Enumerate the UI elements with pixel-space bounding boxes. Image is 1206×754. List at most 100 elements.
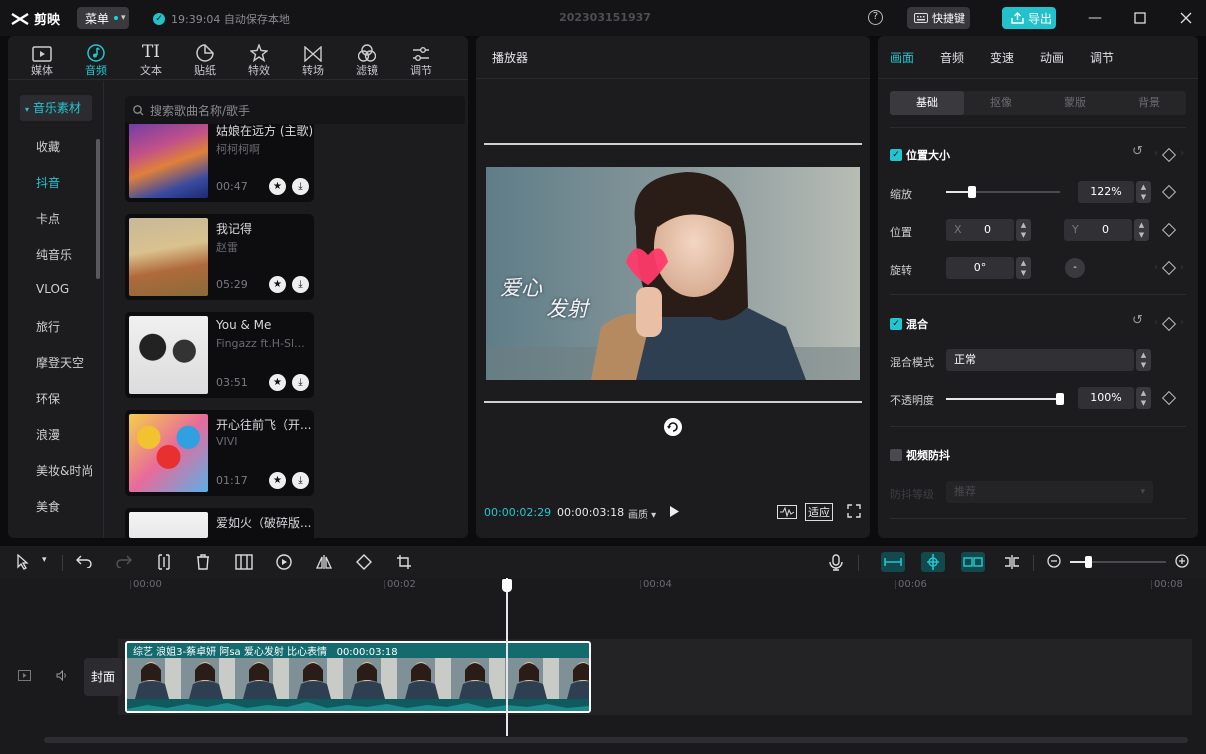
song-card[interactable]: You & Me Fingazz ft.H-Sl... 03:51 ★ ⤓ [125,312,314,398]
subtab-background[interactable]: 背景 [1112,91,1186,115]
category-item[interactable]: 环保 [36,390,60,407]
checkbox-unchecked-icon[interactable] [890,449,902,461]
cover-button[interactable]: 封面 [84,658,122,696]
preview-axis-icon[interactable] [1003,554,1021,570]
keyframe-icon[interactable] [1161,222,1177,238]
song-card[interactable]: 开心往前飞（开... VIVI 01:17 ★ ⤓ [125,410,314,496]
rotate-value-field[interactable]: 0° [946,257,1014,279]
favorite-star-icon[interactable]: ★ [269,374,286,391]
keyframe-icon[interactable] [1161,316,1177,332]
download-icon[interactable]: ⤓ [292,276,309,293]
track-mute-icon[interactable] [56,670,69,681]
category-item[interactable]: 抖音 [36,174,60,191]
opacity-slider-handle[interactable] [1056,393,1064,405]
opacity-stepper[interactable]: ▲ ▼ [1136,387,1151,409]
quality-dropdown[interactable]: 画质 ▾ [628,506,656,521]
tab-audio[interactable]: 音频 [71,36,121,80]
tab-adjust[interactable]: 调节 [396,36,446,80]
crop-icon[interactable] [396,554,412,570]
zoom-slider-handle[interactable] [1085,556,1092,568]
keyframe-icon[interactable] [1161,184,1177,200]
favorite-star-icon[interactable]: ★ [269,472,286,489]
keyframe-icon[interactable] [1161,390,1177,406]
scale-slider-handle[interactable] [968,186,976,198]
playhead-handle[interactable] [502,579,512,592]
minimize-icon[interactable]: — [1086,9,1104,27]
tab-audio[interactable]: 音频 [940,49,964,66]
auto-snap-icon[interactable] [921,552,945,572]
blend-mode-stepper[interactable]: ▲ ▼ [1136,349,1151,371]
tab-effects[interactable]: 特效 [234,36,284,80]
mirror-icon[interactable] [316,554,332,570]
subtab-basic[interactable]: 基础 [890,91,964,115]
scale-value-field[interactable]: 122% [1078,181,1134,203]
scale-stepper[interactable]: ▲ ▼ [1136,181,1151,203]
playhead[interactable] [506,578,508,736]
export-button[interactable]: 导出 [1002,7,1056,29]
category-item[interactable]: 纯音乐 [36,246,72,263]
zoom-out-icon[interactable] [1047,554,1061,568]
sidebar-scrollbar[interactable] [96,139,100,279]
blend-section[interactable]: ✓ 混合 [890,316,928,332]
category-item[interactable]: 旅行 [36,318,60,335]
next-keyframe-icon[interactable]: › [1180,148,1184,159]
reverse-play-icon[interactable] [276,554,292,570]
rotate-dial-icon[interactable]: - [1065,258,1085,278]
select-tool-icon[interactable] [16,554,30,570]
waveform-icon[interactable] [777,505,797,519]
maximize-icon[interactable] [1131,9,1149,27]
music-search-input[interactable]: 搜索歌曲名称/歌手 [125,96,465,124]
category-music-library[interactable]: ▾ 音乐素材 [20,95,92,121]
video-clip[interactable]: 综艺 浪姐3-蔡卓妍 阿sa 爱心发射 比心表情 00:00:03:18 [125,641,591,713]
blend-mode-select[interactable]: 正常 [946,349,1134,371]
prev-keyframe-icon[interactable]: ‹ [1154,148,1158,159]
next-keyframe-icon[interactable]: › [1180,317,1184,328]
category-item[interactable]: 美食 [36,498,60,515]
category-item[interactable]: 摩登天空 [36,354,84,371]
reset-icon[interactable]: ↺ [1132,313,1143,328]
shortcut-button[interactable]: 快捷键 [907,7,970,29]
split-icon[interactable] [156,554,172,570]
category-item[interactable]: 美妆&时尚 [36,462,93,479]
tab-transition[interactable]: 转场 [288,36,338,80]
category-item[interactable]: 卡点 [36,210,60,227]
favorite-star-icon[interactable]: ★ [269,178,286,195]
download-icon[interactable]: ⤓ [292,472,309,489]
tab-speed[interactable]: 变速 [990,49,1014,66]
prev-keyframe-icon[interactable]: ‹ [1154,262,1158,273]
favorite-star-icon[interactable]: ★ [269,276,286,293]
rotate-icon[interactable] [356,554,372,570]
opacity-value-field[interactable]: 100% [1078,387,1134,409]
category-item[interactable]: 浪漫 [36,426,60,443]
chevron-down-icon[interactable]: ▾ [42,555,47,565]
position-x-stepper[interactable]: ▲ ▼ [1016,219,1031,241]
category-item[interactable]: VLOG [36,282,69,296]
tab-filter[interactable]: 滤镜 [342,36,392,80]
tab-animation[interactable]: 动画 [1040,49,1064,66]
subtab-cutout[interactable]: 抠像 [964,91,1038,115]
position-y-stepper[interactable]: ▲ ▼ [1134,219,1149,241]
stabilize-section[interactable]: 视频防抖 [890,447,950,463]
time-ruler[interactable]: 00:00 00:02 00:04 00:06 00:08 [0,578,1206,594]
next-keyframe-icon[interactable]: › [1180,262,1184,273]
reset-icon[interactable]: ↺ [1132,144,1143,159]
keyframe-icon[interactable] [1161,260,1177,276]
undo-icon[interactable] [76,554,92,568]
help-icon[interactable]: ? [868,10,883,25]
play-icon[interactable] [669,505,680,518]
timeline-horizontal-scrollbar[interactable] [44,737,1188,743]
song-card[interactable]: 爱如火（破碎版... [125,508,314,538]
zoom-in-icon[interactable] [1175,554,1189,568]
tab-text[interactable]: TI 文本 [126,36,176,80]
main-track-magnet-icon[interactable] [881,552,905,572]
track-video-icon[interactable] [18,670,31,681]
microphone-icon[interactable] [829,554,843,571]
position-size-section[interactable]: ✓ 位置大小 [890,147,950,163]
subtab-mask[interactable]: 蒙版 [1038,91,1112,115]
close-icon[interactable] [1177,9,1195,27]
download-icon[interactable]: ⤓ [292,374,309,391]
checkbox-checked-icon[interactable]: ✓ [890,318,902,330]
position-x-field[interactable]: X0 [946,219,1014,241]
video-preview[interactable]: 爱心 发射 [486,167,860,380]
menu-button[interactable]: 菜单 ▾ [77,7,129,29]
